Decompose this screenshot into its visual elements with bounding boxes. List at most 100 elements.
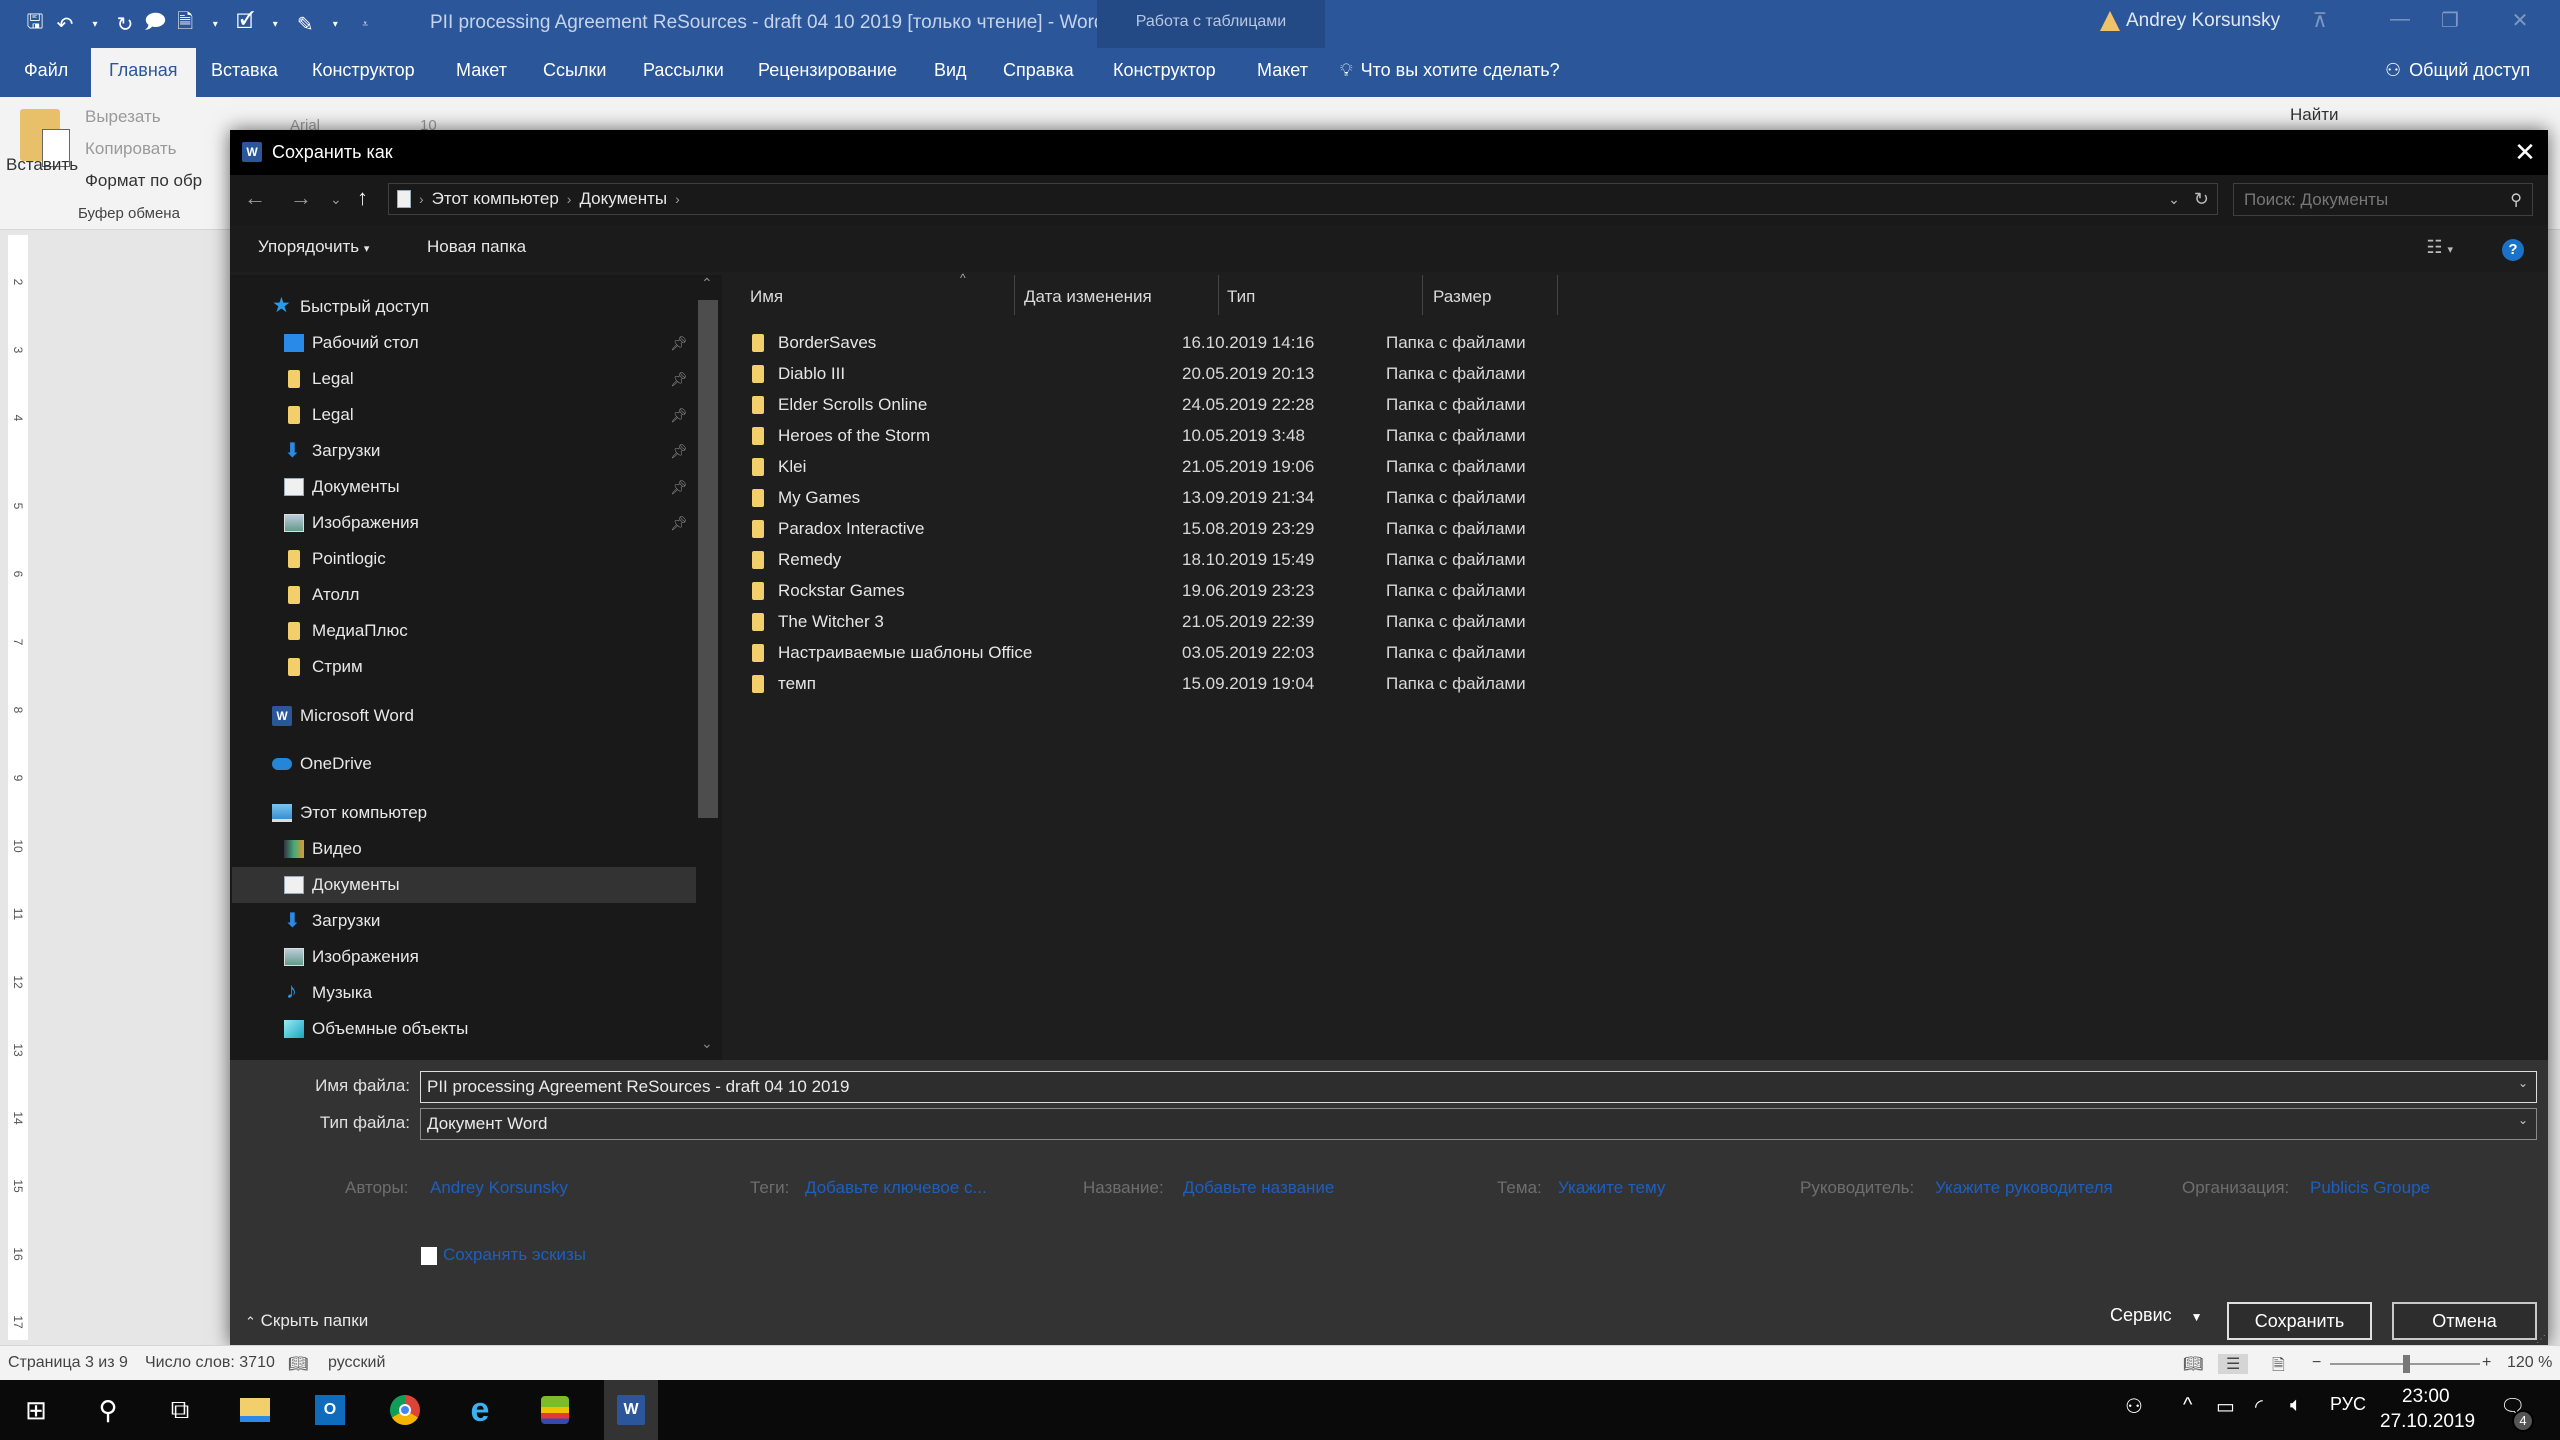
dropdown-icon[interactable]: ▾ [204,19,226,30]
tab-mailings[interactable]: Рассылки [643,60,724,81]
minimize-icon[interactable]: — [2380,8,2420,38]
user-account[interactable]: Andrey Korsunsky [2100,10,2280,32]
address-dropdown-icon[interactable]: ⌄ [2168,191,2180,208]
nav-item[interactable]: Музыка [232,975,696,1011]
proofing-icon[interactable]: 📖︎ [288,1354,308,1374]
tab-home[interactable]: Главная [91,48,196,97]
file-row[interactable]: The Witcher 3 21.05.2019 22:39 Папка с фай… [752,607,1652,638]
pin-icon[interactable]: 📌︎ [670,335,688,352]
wifi-icon[interactable]: ◜ [2255,1394,2263,1419]
help-icon[interactable]: ? [2502,239,2524,261]
view-options-icon[interactable]: ☷ ▾ [2426,237,2453,258]
file-row[interactable]: Remedy 18.10.2019 15:49 Папка с файлами [752,545,1652,576]
bluestacks-icon[interactable] [535,1390,575,1430]
undo-dropdown-icon[interactable]: ▾ [84,19,106,30]
zoom-level[interactable]: 120 % [2507,1354,2552,1372]
internet-explorer-icon[interactable]: e [460,1390,500,1430]
find-button[interactable]: Найти [2290,105,2339,125]
pin-icon[interactable]: 📌︎ [670,479,688,496]
customize-qat-icon[interactable]: ⩡ [354,19,376,30]
save-thumbnails-checkbox[interactable] [421,1247,437,1265]
close-window-icon[interactable]: ✕ [2500,8,2540,38]
search-input[interactable]: Поиск: Документы ⚲ [2233,183,2533,216]
nav-item[interactable]: Изображения 📌︎ [232,505,696,541]
address-bar[interactable]: › Этот компьютер › Документы › ⌄ ↻ [388,183,2218,215]
tab-table-design[interactable]: Конструктор [1113,60,1216,81]
zoom-slider-thumb[interactable] [2403,1355,2410,1373]
tab-layout[interactable]: Макет [456,60,507,81]
tab-review[interactable]: Рецензирование [758,60,897,81]
filename-dropdown-icon[interactable]: ⌄ [2518,1076,2528,1090]
hide-folders-button[interactable]: ⌃ Скрыть папки [245,1311,368,1331]
scroll-up-icon[interactable]: ⌃ [701,275,713,292]
organize-button[interactable]: Упорядочить ▾ [258,237,369,257]
file-row[interactable]: темп 15.09.2019 19:04 Папка с файлами [752,669,1652,700]
nav-item[interactable]: Загрузки 📌︎ [232,433,696,469]
nav-item[interactable]: Объемные объекты [232,1011,696,1047]
print-layout-icon[interactable]: ☰ [2218,1354,2249,1374]
nav-item[interactable]: Документы [232,867,696,903]
tab-view[interactable]: Вид [934,60,967,81]
tags-value[interactable]: Добавьте ключевое с... [805,1178,987,1198]
file-row[interactable]: Rockstar Games 19.06.2019 23:23 Папка с фа… [752,576,1652,607]
paste-button[interactable]: Вставить [6,155,78,175]
authors-value[interactable]: Andrey Korsunsky [430,1178,568,1198]
ribbon-display-options-icon[interactable]: ⊼ [2300,8,2340,38]
language-indicator[interactable]: русский [328,1354,385,1372]
restore-icon[interactable]: ❐ [2430,8,2470,38]
start-icon[interactable]: ⊞ [16,1390,56,1430]
file-row[interactable]: Heroes of the Storm 10.05.2019 3:48 Папка … [752,421,1652,452]
new-folder-button[interactable]: Новая папка [427,237,526,257]
nav-item[interactable]: Документы 📌︎ [232,469,696,505]
column-header-size[interactable]: Размер [1423,275,1558,315]
nav-item[interactable]: МедиаПлюс [232,613,696,649]
word-taskbar-icon[interactable]: W [604,1380,658,1440]
file-row[interactable]: Paradox Interactive 15.08.2019 23:29 Папка… [752,514,1652,545]
title-value[interactable]: Добавьте название [1183,1178,1334,1198]
refresh-icon[interactable]: ↻ [2194,189,2209,210]
back-icon[interactable]: ← [244,185,266,211]
column-header-date[interactable]: Дата изменения [1014,275,1219,315]
zoom-out-icon[interactable]: − [2312,1354,2321,1372]
search-icon[interactable]: ⚲ [88,1390,128,1430]
tools-button[interactable]: Сервис ▼ [2110,1305,2203,1326]
cut-button[interactable]: Вырезать [85,107,161,127]
undo-icon[interactable]: ↶ [54,12,76,37]
column-header-type[interactable]: Тип [1219,275,1423,315]
task-view-icon[interactable]: ⧉ [160,1390,200,1430]
read-mode-icon[interactable]: 📖︎ [2183,1354,2203,1374]
recent-locations-icon[interactable]: ⌄ [330,191,342,208]
search-icon[interactable]: ⚲ [2510,190,2522,210]
format-painter-button[interactable]: Формат по обр [85,171,202,191]
copy-button[interactable]: Копировать [85,139,177,159]
word-count[interactable]: Число слов: 3710 [145,1354,275,1372]
new-comment-icon[interactable]: 🗩 [144,7,166,41]
input-language[interactable]: РУС [2330,1394,2366,1415]
show-hidden-icons[interactable]: ^ [2183,1394,2192,1417]
save-thumbnails-label[interactable]: Сохранять эскизы [443,1245,586,1265]
volume-icon[interactable]: 🔈︎ [2290,1394,2302,1417]
tab-references[interactable]: Ссылки [543,60,606,81]
battery-icon[interactable]: ▭ [2216,1394,2235,1419]
tell-me-search[interactable]: 💡︎ Что вы хотите сделать? [1340,60,1560,81]
file-row[interactable]: Настраиваемые шаблоны Office 03.05.2019 2… [752,638,1652,669]
nav-item[interactable]: OneDrive [232,746,696,782]
nav-item[interactable]: Этот компьютер [232,795,696,831]
file-explorer-icon[interactable] [235,1390,275,1430]
column-header-name[interactable]: Имя [722,275,1014,315]
pin-icon[interactable]: 📌︎ [670,443,688,460]
pin-icon[interactable]: 📌︎ [670,371,688,388]
resize-grip-icon[interactable]: ⋰ [2536,1334,2546,1345]
nav-item[interactable]: Стрим [232,649,696,685]
nav-item[interactable]: Загрузки [232,903,696,939]
dropdown-icon[interactable]: ▾ [264,19,286,30]
nav-scrollbar-thumb[interactable] [698,300,718,818]
scroll-down-icon[interactable]: ⌄ [701,1035,713,1052]
dropdown-icon[interactable]: ▾ [324,19,346,30]
chrome-icon[interactable] [385,1390,425,1430]
nav-item[interactable]: Pointlogic [232,541,696,577]
filename-input[interactable]: PII processing Agreement ReSources - dra… [420,1071,2537,1103]
redo-icon[interactable]: ↻ [114,12,136,37]
nav-item[interactable]: Быстрый доступ [232,289,696,325]
file-row[interactable]: Elder Scrolls Online 24.05.2019 22:28 Папк… [752,390,1652,421]
